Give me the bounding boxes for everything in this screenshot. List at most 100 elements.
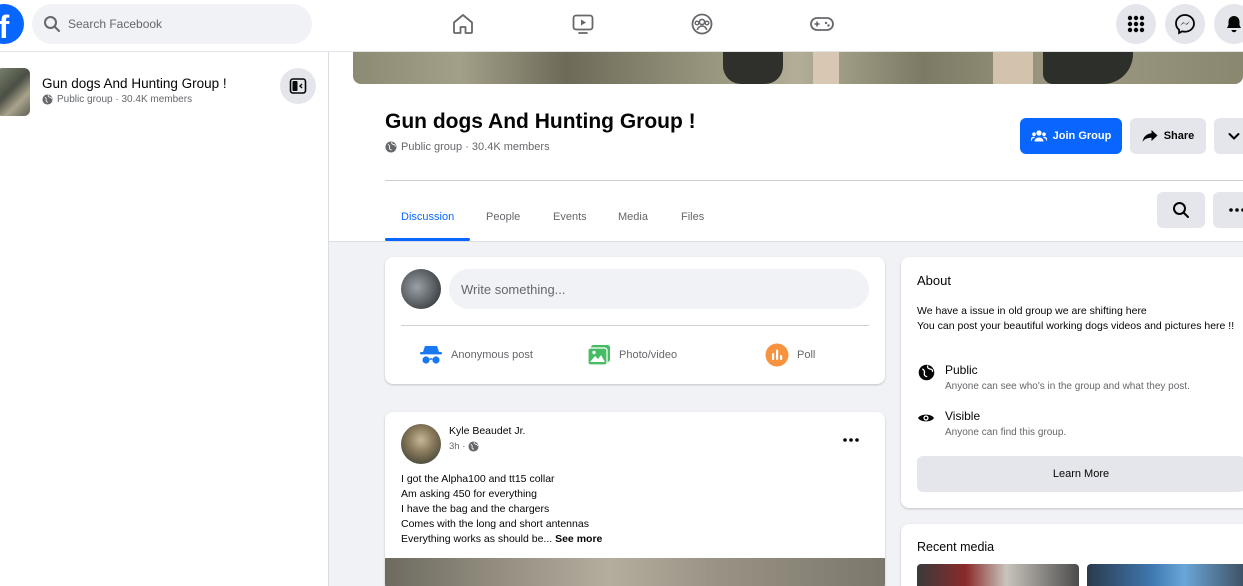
post-options-button[interactable] <box>835 428 867 452</box>
incognito-icon <box>420 346 442 364</box>
bell-icon <box>1227 16 1241 33</box>
recent-media-title: Recent media <box>917 540 995 554</box>
search-input[interactable] <box>68 4 298 44</box>
cover-photo-detail <box>1043 52 1133 84</box>
share-arrow-icon <box>1142 130 1158 142</box>
visibility-title: Visible <box>945 409 981 423</box>
more-options-button[interactable] <box>1213 192 1243 228</box>
collapse-sidebar-button[interactable] <box>280 68 316 104</box>
nav-groups[interactable] <box>682 8 722 40</box>
tab-media[interactable]: Media <box>616 194 650 240</box>
sidebar-toggle-icon <box>289 78 307 94</box>
write-something-input[interactable] <box>449 269 869 309</box>
post-image[interactable] <box>385 558 885 586</box>
sidebar-group-name[interactable]: Gun dogs And Hunting Group ! <box>42 76 227 91</box>
more-horizontal-icon <box>1229 208 1243 212</box>
group-meta-text[interactable]: Public group · 30.4K members <box>401 141 550 153</box>
search-group-button[interactable] <box>1157 192 1205 228</box>
photo-icon <box>587 345 610 366</box>
cover-photo[interactable] <box>353 52 1243 84</box>
see-more-link[interactable]: See more <box>555 533 602 545</box>
privacy-public-title: Public <box>945 363 978 377</box>
globe-icon <box>42 94 53 105</box>
globe-icon <box>385 141 397 153</box>
poll-icon <box>765 343 789 367</box>
nav-video[interactable] <box>563 8 603 40</box>
anonymous-post-label: Anonymous post <box>451 349 533 361</box>
post-composer: Anonymous post Photo/video Poll <box>385 257 885 384</box>
share-button[interactable]: Share <box>1130 118 1206 154</box>
group-thumbnail[interactable] <box>0 68 30 116</box>
about-description-line: We have a issue in old group we are shif… <box>917 305 1147 317</box>
about-description: We have a issue in old group we are shif… <box>917 304 1237 334</box>
post-line: Everything works as should be... <box>401 533 553 545</box>
messenger-icon <box>1175 14 1195 35</box>
group-title[interactable]: Gun dogs And Hunting Group ! <box>385 110 696 134</box>
post-line: I got the Alpha100 and tt15 collar <box>401 473 555 485</box>
tab-events[interactable]: Events <box>551 194 589 240</box>
poll-button[interactable]: Poll <box>765 337 815 373</box>
video-icon <box>572 14 594 34</box>
recent-media-thumbnail[interactable] <box>1087 564 1243 586</box>
globe-icon <box>468 441 479 452</box>
about-title: About <box>917 273 951 288</box>
facebook-logo[interactable]: f <box>0 4 24 44</box>
post-time-text[interactable]: 3h · <box>449 441 465 452</box>
feed-post: Kyle Beaudet Jr. 3h · I got the Alpha100… <box>385 412 885 586</box>
header-divider <box>385 180 1243 181</box>
post-line-last: Everything works as should be... See mor… <box>401 532 602 547</box>
group-options-dropdown[interactable] <box>1214 118 1243 154</box>
post-body: I got the Alpha100 and tt15 collar Am as… <box>401 472 602 547</box>
search-icon <box>1173 202 1189 218</box>
tab-files[interactable]: Files <box>679 194 706 240</box>
chevron-down-icon <box>1228 133 1240 140</box>
messenger-button[interactable] <box>1165 4 1205 44</box>
author-avatar[interactable] <box>401 424 441 464</box>
cover-photo-detail <box>813 52 839 84</box>
more-horizontal-icon <box>843 438 859 442</box>
sidebar-group-meta: Public group · 30.4K members <box>42 94 192 105</box>
composer-divider <box>401 325 869 326</box>
visible-eye-icon <box>917 409 935 427</box>
post-line: Am asking 450 for everything <box>401 488 537 500</box>
share-label: Share <box>1163 130 1195 142</box>
tab-discussion[interactable]: Discussion <box>399 194 456 240</box>
menu-grid-icon <box>1127 15 1145 33</box>
privacy-public-description: Anyone can see who's in the group and wh… <box>945 381 1190 392</box>
poll-label: Poll <box>797 349 816 361</box>
post-line: I have the bag and the chargers <box>401 503 550 515</box>
left-sidebar: Gun dogs And Hunting Group ! Public grou… <box>0 52 329 586</box>
top-navigation-bar: f <box>0 0 1243 52</box>
post-line: Comes with the long and short antennas <box>401 518 589 530</box>
photo-video-label: Photo/video <box>619 349 678 361</box>
recent-media-card: Recent media <box>901 524 1243 586</box>
active-tab-indicator <box>385 238 470 241</box>
about-card: About We have a issue in old group we ar… <box>901 257 1243 508</box>
search-icon <box>44 16 60 32</box>
gaming-controller-icon <box>810 17 834 31</box>
sidebar-group-meta-text: Public group · 30.4K members <box>57 94 193 105</box>
tab-people[interactable]: People <box>484 194 522 240</box>
join-group-button[interactable]: Join Group <box>1020 118 1122 154</box>
post-timestamp: 3h · <box>449 441 479 452</box>
facebook-logo-letter: f <box>0 9 10 44</box>
nav-home[interactable] <box>443 8 483 40</box>
cover-photo-detail <box>723 52 783 84</box>
groups-icon <box>691 13 713 35</box>
user-avatar[interactable] <box>401 269 441 309</box>
nav-gaming[interactable] <box>802 8 842 40</box>
join-group-label: Join Group <box>1052 130 1112 142</box>
search-box[interactable] <box>32 4 312 44</box>
home-icon <box>453 14 473 34</box>
post-author-name[interactable]: Kyle Beaudet Jr. <box>449 425 525 437</box>
recent-media-thumbnail[interactable] <box>917 564 1079 586</box>
group-people-icon <box>1030 130 1047 142</box>
photo-video-button[interactable]: Photo/video <box>587 337 677 373</box>
anonymous-post-button[interactable]: Anonymous post <box>419 337 533 373</box>
learn-more-button[interactable]: Learn More <box>917 456 1243 492</box>
cover-photo-detail <box>993 52 1033 84</box>
menu-button[interactable] <box>1116 4 1156 44</box>
notifications-button[interactable] <box>1214 4 1243 44</box>
group-meta: Public group · 30.4K members <box>385 141 550 153</box>
group-header: Gun dogs And Hunting Group ! Public grou… <box>329 52 1243 242</box>
